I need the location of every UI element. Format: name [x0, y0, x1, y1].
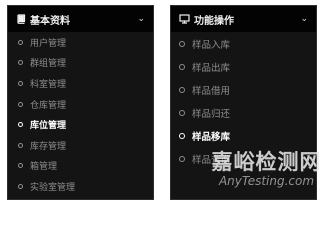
circle-icon — [179, 155, 185, 162]
book-icon — [16, 14, 26, 24]
circle-icon — [179, 109, 185, 116]
menu-item-label: 实验室管理 — [30, 182, 76, 193]
menu-item-label: 样品查询 — [192, 154, 231, 166]
menu-item-label: 库位管理 — [30, 121, 67, 132]
menu-item[interactable]: 样品查询 — [171, 147, 316, 170]
circle-icon — [179, 132, 185, 139]
function-operations-header[interactable]: 功能操作 ⌄ — [171, 6, 316, 32]
basic-data-menu: 基本资料 ⌄ 用户管理群组管理科室管理仓库管理库位管理库存管理箱管理实验室管理 — [7, 5, 154, 200]
circle-icon — [18, 163, 23, 169]
menu-item[interactable]: 样品归还 — [171, 101, 316, 124]
menu-item[interactable]: 样品借用 — [171, 78, 316, 101]
circle-icon — [179, 63, 185, 70]
chevron-down-icon[interactable]: ⌄ — [137, 14, 145, 24]
function-operations-list: 样品入库样品出库样品借用样品归还样品移库样品查询 — [171, 32, 316, 170]
basic-data-header[interactable]: 基本资料 ⌄ — [8, 6, 153, 32]
function-operations-title: 功能操作 — [194, 15, 234, 27]
circle-icon — [18, 60, 23, 66]
monitor-icon — [179, 14, 190, 24]
menu-item-label: 样品归还 — [192, 108, 231, 120]
menu-item[interactable]: 样品入库 — [171, 32, 316, 55]
menu-item[interactable]: 箱管理 — [8, 156, 153, 177]
menu-item-label: 仓库管理 — [30, 100, 67, 111]
menu-item-label: 群组管理 — [30, 59, 67, 70]
menu-item-label: 箱管理 — [30, 162, 58, 173]
menu-item[interactable]: 库位管理 — [8, 114, 153, 135]
menu-item-label: 样品出库 — [192, 62, 231, 74]
menu-item-label: 样品移库 — [192, 131, 231, 143]
circle-icon — [18, 101, 23, 107]
circle-icon — [18, 80, 23, 86]
menu-item[interactable]: 群组管理 — [8, 53, 153, 74]
chevron-down-icon[interactable]: ⌄ — [300, 14, 308, 24]
menu-item-label: 样品入库 — [192, 39, 231, 51]
menu-item[interactable]: 样品出库 — [171, 55, 316, 78]
circle-icon — [18, 39, 23, 45]
circle-icon — [18, 142, 23, 148]
menu-item[interactable]: 库存管理 — [8, 135, 153, 156]
menu-item-label: 样品借用 — [192, 85, 231, 97]
circle-icon — [18, 122, 23, 128]
menu-item-label: 库存管理 — [30, 141, 67, 152]
basic-data-list: 用户管理群组管理科室管理仓库管理库位管理库存管理箱管理实验室管理 — [8, 32, 153, 197]
menu-item[interactable]: 仓库管理 — [8, 94, 153, 115]
circle-icon — [179, 40, 185, 47]
circle-icon — [179, 86, 185, 93]
basic-data-title: 基本资料 — [30, 15, 70, 27]
menu-item[interactable]: 科室管理 — [8, 73, 153, 94]
menu-item[interactable]: 样品移库 — [171, 124, 316, 147]
menu-item-label: 用户管理 — [30, 38, 67, 49]
circle-icon — [18, 183, 23, 189]
menu-item[interactable]: 用户管理 — [8, 32, 153, 53]
function-operations-menu: 功能操作 ⌄ 样品入库样品出库样品借用样品归还样品移库样品查询 — [170, 5, 317, 200]
menu-item[interactable]: 实验室管理 — [8, 176, 153, 197]
menu-item-label: 科室管理 — [30, 79, 67, 90]
